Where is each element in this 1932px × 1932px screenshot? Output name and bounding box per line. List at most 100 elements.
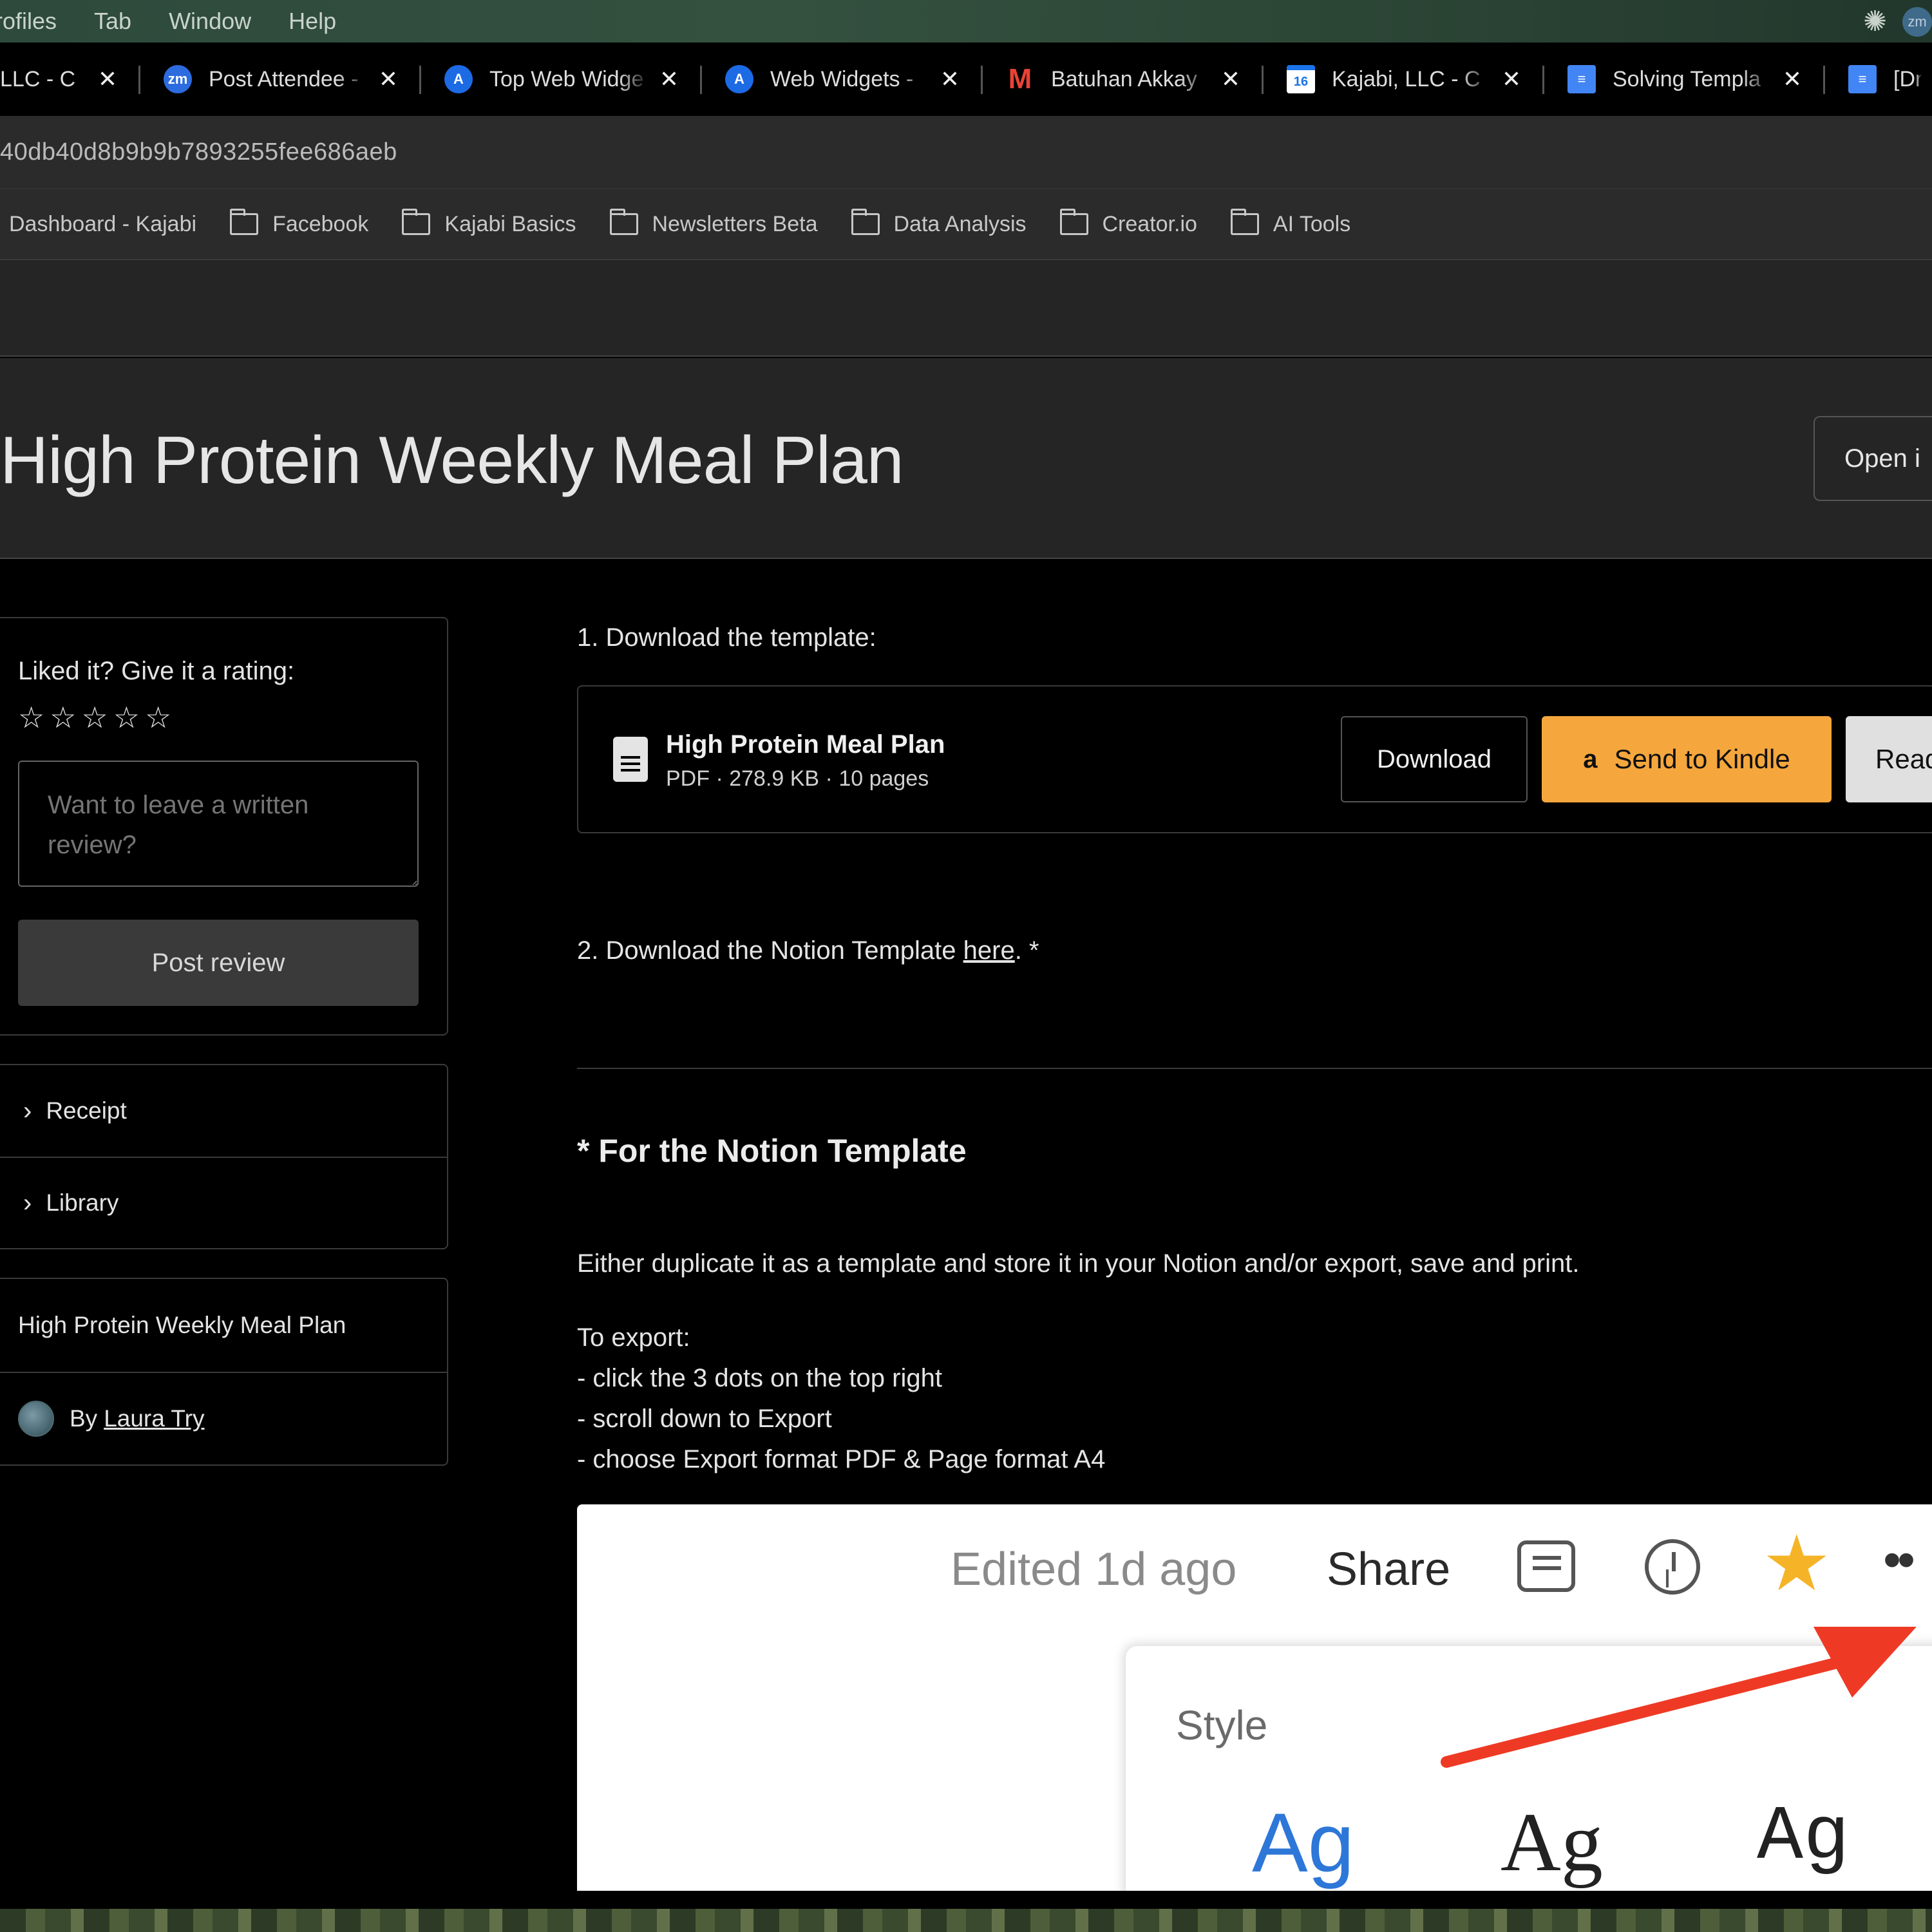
desktop-wallpaper-strip: [0, 1909, 1932, 1932]
page-title: High Protein Weekly Meal Plan: [0, 423, 904, 498]
star-icon[interactable]: ☆: [50, 703, 76, 732]
font-option-default: Ag: [1252, 1795, 1355, 1889]
notion-template-link[interactable]: here: [963, 936, 1015, 965]
zoom-status-icon[interactable]: zm: [1902, 6, 1932, 37]
bookmark-label: Kajabi Basics: [444, 211, 576, 236]
menu-tab[interactable]: Tab: [94, 8, 131, 35]
accordion-label: Receipt: [46, 1097, 127, 1124]
step-1-text: 1. Download the template:: [577, 623, 876, 652]
divider: [577, 1068, 1932, 1069]
step-2-suffix: . *: [1014, 936, 1039, 965]
menu-bar-status: ✺ zm: [1863, 5, 1932, 38]
avatar: [18, 1401, 54, 1437]
review-textarea[interactable]: [18, 761, 419, 887]
post-review-button[interactable]: Post review: [18, 920, 419, 1006]
site-top-bar: [0, 260, 1932, 357]
bookmark-folder-newsletters[interactable]: Newsletters Beta: [609, 209, 818, 237]
menu-items: rofiles Tab Window Help: [0, 8, 374, 35]
chevron-right-icon: ›: [23, 1096, 32, 1125]
gmail-icon: M: [1008, 63, 1032, 95]
document-icon: [613, 737, 648, 782]
font-option-serif: Ag: [1501, 1796, 1603, 1889]
more-dots-icon: ••: [1883, 1531, 1915, 1588]
accordion-library[interactable]: › Library: [0, 1157, 447, 1248]
menu-bar: rofiles Tab Window Help ✺ zm: [0, 0, 1932, 43]
export-line: To export:: [577, 1323, 690, 1352]
send-to-kindle-button[interactable]: a Send to Kindle: [1542, 716, 1832, 802]
close-icon[interactable]: ✕: [1783, 66, 1802, 93]
browser-tab[interactable]: ≡ [Dra: [1825, 43, 1922, 116]
folder-icon: [609, 209, 638, 235]
folder-icon: [402, 209, 431, 235]
bookmark-label: AI Tools: [1273, 211, 1351, 236]
red-arrow-icon: [1441, 1627, 1917, 1768]
bookmark-label: Facebook: [272, 211, 369, 236]
tab-title: LLC - C: [0, 66, 76, 91]
accordion-label: Library: [46, 1189, 119, 1216]
comment-icon: [1517, 1540, 1575, 1592]
bookmark-folder-kajabi-basics[interactable]: Kajabi Basics: [402, 209, 576, 237]
browser-tab[interactable]: A Web Widgets - ✕: [702, 43, 983, 116]
read-button[interactable]: Read: [1846, 716, 1932, 802]
star-rating[interactable]: ☆ ☆ ☆ ☆ ☆: [18, 703, 447, 732]
star-icon[interactable]: ☆: [18, 703, 44, 732]
address-bar[interactable]: 40db40d8b9b9b7893255fee686aeb: [0, 116, 1932, 188]
bookmark-folder-facebook[interactable]: Facebook: [230, 209, 369, 237]
product-info-card: High Protein Weekly Meal Plan By Laura T…: [0, 1278, 448, 1466]
star-icon[interactable]: ☆: [113, 703, 140, 732]
close-icon[interactable]: ✕: [98, 66, 117, 93]
bookmark-dashboard[interactable]: Dashboard - Kajabi: [9, 212, 196, 237]
bookmark-folder-ai-tools[interactable]: AI Tools: [1230, 209, 1351, 237]
bookmark-label: Newsletters Beta: [652, 211, 818, 236]
tab-title: Top Web Widge: [489, 66, 644, 91]
folder-icon: [1230, 209, 1259, 235]
star-icon[interactable]: ☆: [145, 703, 171, 732]
bookmark-label: Creator.io: [1102, 211, 1197, 236]
accordion-receipt[interactable]: › Receipt: [0, 1065, 447, 1157]
rating-card: Liked it? Give it a rating: ☆ ☆ ☆ ☆ ☆ Po…: [0, 617, 448, 1036]
step-2-text: 2. Download the Notion Template here. *: [577, 936, 1039, 965]
menu-help[interactable]: Help: [289, 8, 336, 35]
bookmark-folder-creator[interactable]: Creator.io: [1059, 209, 1197, 237]
tab-title: Batuhan Akkay: [1051, 66, 1197, 91]
star-icon[interactable]: ☆: [82, 703, 108, 732]
calendar-icon: 16: [1287, 65, 1315, 93]
browser-tab[interactable]: zm Post Attendee - ✕: [140, 43, 421, 116]
browser-tab[interactable]: A Top Web Widge ✕: [421, 43, 702, 116]
folder-icon: [851, 209, 880, 235]
close-icon[interactable]: ✕: [659, 66, 679, 93]
url-text[interactable]: 40db40d8b9b9b7893255fee686aeb: [0, 138, 397, 166]
close-icon[interactable]: ✕: [1221, 66, 1240, 93]
author-link[interactable]: Laura Try: [104, 1405, 204, 1432]
close-icon[interactable]: ✕: [940, 66, 960, 93]
open-in-app-button[interactable]: Open i: [1814, 416, 1932, 501]
tab-title: Kajabi, LLC - C: [1332, 66, 1481, 91]
bookmark-label: Data Analysis: [893, 211, 1027, 236]
menu-profiles[interactable]: rofiles: [0, 8, 57, 35]
export-line: - choose Export format PDF & Page format…: [577, 1445, 1106, 1473]
browser-tab[interactable]: ≡ Solving Templa ✕: [1544, 43, 1825, 116]
download-button[interactable]: Download: [1341, 716, 1528, 802]
bookmark-folder-data-analysis[interactable]: Data Analysis: [851, 209, 1027, 237]
menu-window[interactable]: Window: [169, 8, 251, 35]
author-row: By Laura Try: [0, 1372, 447, 1464]
file-meta: PDF · 278.9 KB · 10 pages: [666, 766, 929, 791]
settings-gear-icon[interactable]: ✺: [1863, 5, 1887, 38]
product-name: High Protein Weekly Meal Plan: [18, 1312, 346, 1338]
docs-icon: ≡: [1848, 65, 1877, 93]
close-icon[interactable]: ✕: [1502, 66, 1521, 93]
browser-tab[interactable]: M Batuhan Akkay ✕: [983, 43, 1264, 116]
export-instructions: To export: - click the 3 dots on the top…: [577, 1318, 1105, 1480]
bookmarks-bar: Dashboard - Kajabi Facebook Kajabi Basic…: [0, 188, 1932, 260]
accordion-card: › Receipt › Library: [0, 1064, 448, 1249]
browser-tab[interactable]: LLC - C ✕: [0, 43, 140, 116]
step-2-prefix: 2. Download the Notion Template: [577, 936, 963, 965]
browser-tab[interactable]: 16 Kajabi, LLC - C ✕: [1264, 43, 1544, 116]
by-label: By: [70, 1405, 98, 1432]
close-icon[interactable]: ✕: [379, 66, 398, 93]
tab-title: [Dra: [1893, 66, 1922, 91]
clock-icon: [1645, 1539, 1700, 1595]
edited-timestamp: Edited 1d ago: [951, 1544, 1237, 1595]
chevron-right-icon: ›: [23, 1188, 32, 1217]
folder-icon: [230, 209, 259, 235]
